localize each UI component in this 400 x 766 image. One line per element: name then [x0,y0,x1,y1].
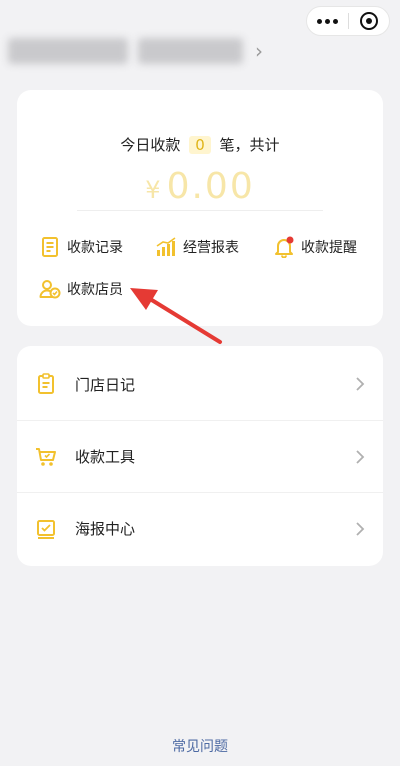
bell-icon [275,236,294,258]
action-reminder[interactable]: 收款提醒 [273,236,357,258]
currency-symbol: ¥ [145,176,163,204]
list-item-label: 海报中心 [75,520,136,538]
list-item-posters[interactable]: 海报中心 [17,492,383,564]
action-label: 收款提醒 [301,240,357,256]
today-summary: 今日收款 0 笔，共计 [17,134,383,155]
today-amount: ¥0.00 [17,166,383,207]
action-label: 收款记录 [67,240,123,256]
store-selector[interactable]: › [8,38,263,64]
more-icon[interactable] [307,18,348,24]
today-prefix: 今日收款 [120,136,181,154]
mini-program-capsule [306,6,390,36]
close-icon[interactable] [349,12,390,30]
chevron-right-icon: › [255,39,263,63]
action-receipts[interactable]: 收款记录 [39,236,123,258]
amount-value: 0.00 [166,166,255,207]
list-item-tools[interactable]: 收款工具 [17,420,383,492]
divider [77,210,323,211]
today-suffix: 笔，共计 [219,136,280,154]
action-reports[interactable]: 经营报表 [155,236,239,258]
menu-list-card: 门店日记 收款工具 海报中心 [17,346,383,566]
list-item-label: 门店日记 [75,375,136,394]
chart-icon [156,237,176,256]
action-label: 经营报表 [183,240,239,256]
chevron-right-icon [356,377,365,391]
chevron-right-icon [356,521,365,536]
diary-icon [38,373,54,394]
receipt-icon [42,237,58,257]
cart-icon [36,447,56,466]
store-id-blurred [138,38,243,64]
list-item-label: 收款工具 [75,448,136,466]
action-staff[interactable]: 收款店员 [39,278,123,300]
count-badge: 0 [189,136,211,154]
action-label: 收款店员 [67,282,123,298]
store-name-blurred [8,38,128,64]
annotation-arrow [130,288,222,344]
poster-icon [37,519,55,539]
list-item-diary[interactable]: 门店日记 [17,348,383,420]
faq-link[interactable]: 常见问题 [0,736,400,756]
chevron-right-icon [356,449,365,464]
staff-icon [39,280,61,299]
